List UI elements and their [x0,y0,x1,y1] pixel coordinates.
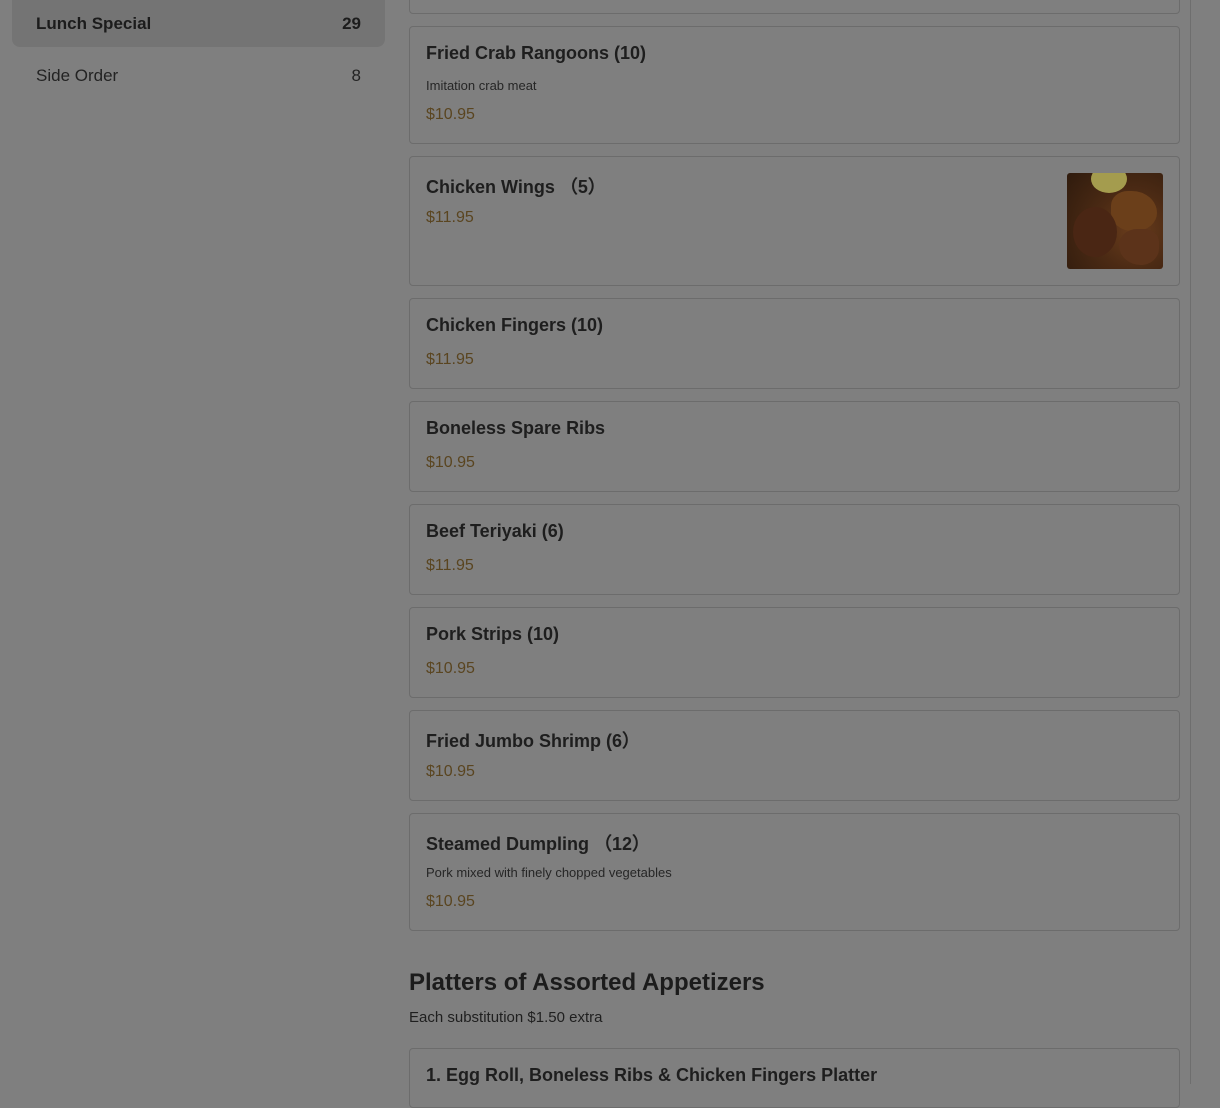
menu-item-card[interactable]: Fried Crab Rangoons (10) Imitation crab … [409,26,1180,144]
menu-item-card[interactable]: Beef Teriyaki (6) $11.95 [409,504,1180,595]
menu-item-card-partial[interactable] [409,0,1180,14]
menu-item-price: $10.95 [426,454,475,471]
menu-item-card[interactable]: Chicken Fingers (10) $11.95 [409,298,1180,389]
menu-item-price: $10.95 [426,106,475,123]
menu-item-description: Imitation crab meat [426,78,537,93]
section-title: Platters of Assorted Appetizers [409,969,765,996]
chicken-wings-photo[interactable] [1067,173,1163,269]
menu-item-name: Chicken Wings （5） [426,177,606,197]
menu-item-card[interactable]: Steamed Dumpling （12） Pork mixed with fi… [409,813,1180,931]
menu-item-name: Beef Teriyaki (6) [426,521,564,541]
menu-item-card[interactable]: Boneless Spare Ribs $10.95 [409,401,1180,492]
menu-item-name: Fried Crab Rangoons (10) [426,43,647,63]
sidebar-item-count: 29 [342,13,361,33]
menu-item-price: $11.95 [426,557,474,574]
menu-item-name: Fried Jumbo Shrimp (6） [426,731,641,751]
sidebar-item-count: 8 [351,65,361,85]
menu-item-card[interactable]: Pork Strips (10) $10.95 [409,607,1180,698]
menu-item-price: $11.95 [426,209,474,226]
sidebar-item-label: Lunch Special [36,13,152,33]
menu-item-price: $11.95 [426,351,474,368]
menu-item-card[interactable]: Chicken Wings （5） $11.95 [409,156,1180,286]
category-sidebar: Lunch Special 29 Side Order 8 [12,0,385,99]
menu-item-name: Chicken Fingers (10) [426,315,604,335]
menu-item-name: Boneless Spare Ribs [426,418,606,438]
menu-item-card[interactable]: 1. Egg Roll, Boneless Ribs & Chicken Fin… [409,1048,1180,1108]
menu-item-description: Pork mixed with finely chopped vegetable… [426,865,672,880]
menu-item-price: $10.95 [426,660,475,677]
menu-item-price: $10.95 [426,763,475,780]
section-subtitle: Each substitution $1.50 extra [409,1009,603,1026]
sidebar-divider [1190,0,1191,1084]
menu-item-name: Steamed Dumpling （12） [426,834,651,854]
menu-item-price: $10.95 [426,893,475,910]
menu-item-name: Pork Strips (10) [426,624,560,644]
sidebar-item-side-order[interactable]: Side Order 8 [12,52,385,99]
sidebar-item-label: Side Order [36,65,119,85]
menu-item-card[interactable]: Fried Jumbo Shrimp (6） $10.95 [409,710,1180,801]
sidebar-item-lunch-special[interactable]: Lunch Special 29 [12,0,385,47]
menu-item-name: 1. Egg Roll, Boneless Ribs & Chicken Fin… [426,1065,878,1085]
